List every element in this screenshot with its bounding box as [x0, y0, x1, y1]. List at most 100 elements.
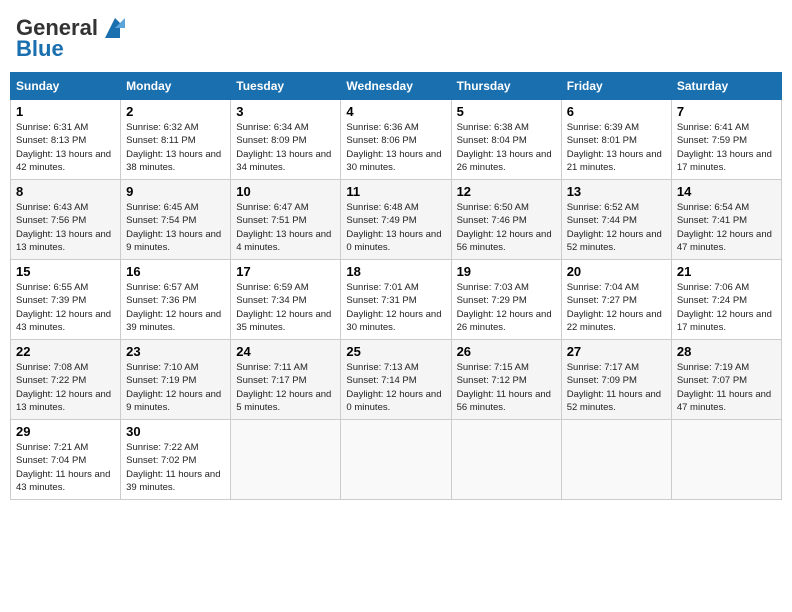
calendar-cell: 27 Sunrise: 7:17 AMSunset: 7:09 PMDaylig… — [561, 340, 671, 420]
calendar-cell: 3 Sunrise: 6:34 AMSunset: 8:09 PMDayligh… — [231, 100, 341, 180]
day-detail: Sunrise: 6:45 AMSunset: 7:54 PMDaylight:… — [126, 201, 225, 254]
calendar-cell: 14 Sunrise: 6:54 AMSunset: 7:41 PMDaylig… — [671, 180, 781, 260]
weekday-header-monday: Monday — [121, 73, 231, 100]
day-number: 12 — [457, 184, 556, 199]
day-number: 22 — [16, 344, 115, 359]
calendar-cell: 26 Sunrise: 7:15 AMSunset: 7:12 PMDaylig… — [451, 340, 561, 420]
calendar-cell: 20 Sunrise: 7:04 AMSunset: 7:27 PMDaylig… — [561, 260, 671, 340]
day-detail: Sunrise: 7:11 AMSunset: 7:17 PMDaylight:… — [236, 361, 335, 414]
day-detail: Sunrise: 6:41 AMSunset: 7:59 PMDaylight:… — [677, 121, 776, 174]
weekday-header-saturday: Saturday — [671, 73, 781, 100]
day-detail: Sunrise: 6:48 AMSunset: 7:49 PMDaylight:… — [346, 201, 445, 254]
day-detail: Sunrise: 6:36 AMSunset: 8:06 PMDaylight:… — [346, 121, 445, 174]
day-detail: Sunrise: 7:06 AMSunset: 7:24 PMDaylight:… — [677, 281, 776, 334]
calendar-cell: 28 Sunrise: 7:19 AMSunset: 7:07 PMDaylig… — [671, 340, 781, 420]
day-number: 20 — [567, 264, 666, 279]
day-number: 10 — [236, 184, 335, 199]
day-number: 4 — [346, 104, 445, 119]
day-number: 6 — [567, 104, 666, 119]
day-number: 17 — [236, 264, 335, 279]
day-number: 7 — [677, 104, 776, 119]
calendar-cell: 16 Sunrise: 6:57 AMSunset: 7:36 PMDaylig… — [121, 260, 231, 340]
day-number: 27 — [567, 344, 666, 359]
calendar-cell: 17 Sunrise: 6:59 AMSunset: 7:34 PMDaylig… — [231, 260, 341, 340]
day-detail: Sunrise: 7:15 AMSunset: 7:12 PMDaylight:… — [457, 361, 556, 414]
calendar-cell: 19 Sunrise: 7:03 AMSunset: 7:29 PMDaylig… — [451, 260, 561, 340]
day-detail: Sunrise: 6:57 AMSunset: 7:36 PMDaylight:… — [126, 281, 225, 334]
calendar-cell: 9 Sunrise: 6:45 AMSunset: 7:54 PMDayligh… — [121, 180, 231, 260]
day-number: 13 — [567, 184, 666, 199]
calendar-cell: 4 Sunrise: 6:36 AMSunset: 8:06 PMDayligh… — [341, 100, 451, 180]
day-number: 8 — [16, 184, 115, 199]
calendar-cell: 21 Sunrise: 7:06 AMSunset: 7:24 PMDaylig… — [671, 260, 781, 340]
day-number: 19 — [457, 264, 556, 279]
day-number: 16 — [126, 264, 225, 279]
calendar-cell — [451, 420, 561, 500]
weekday-header-wednesday: Wednesday — [341, 73, 451, 100]
page-header: General Blue — [10, 10, 782, 64]
day-number: 14 — [677, 184, 776, 199]
calendar-cell — [671, 420, 781, 500]
day-detail: Sunrise: 6:31 AMSunset: 8:13 PMDaylight:… — [16, 121, 115, 174]
day-number: 25 — [346, 344, 445, 359]
day-detail: Sunrise: 7:04 AMSunset: 7:27 PMDaylight:… — [567, 281, 666, 334]
day-detail: Sunrise: 7:13 AMSunset: 7:14 PMDaylight:… — [346, 361, 445, 414]
calendar-cell: 11 Sunrise: 6:48 AMSunset: 7:49 PMDaylig… — [341, 180, 451, 260]
day-number: 3 — [236, 104, 335, 119]
calendar-cell: 2 Sunrise: 6:32 AMSunset: 8:11 PMDayligh… — [121, 100, 231, 180]
day-number: 11 — [346, 184, 445, 199]
day-detail: Sunrise: 6:52 AMSunset: 7:44 PMDaylight:… — [567, 201, 666, 254]
calendar-cell: 6 Sunrise: 6:39 AMSunset: 8:01 PMDayligh… — [561, 100, 671, 180]
day-number: 30 — [126, 424, 225, 439]
day-number: 21 — [677, 264, 776, 279]
calendar-cell: 10 Sunrise: 6:47 AMSunset: 7:51 PMDaylig… — [231, 180, 341, 260]
weekday-header-tuesday: Tuesday — [231, 73, 341, 100]
day-number: 23 — [126, 344, 225, 359]
calendar-cell — [341, 420, 451, 500]
weekday-header-sunday: Sunday — [11, 73, 121, 100]
calendar-cell — [231, 420, 341, 500]
calendar-cell: 5 Sunrise: 6:38 AMSunset: 8:04 PMDayligh… — [451, 100, 561, 180]
day-number: 26 — [457, 344, 556, 359]
day-detail: Sunrise: 7:08 AMSunset: 7:22 PMDaylight:… — [16, 361, 115, 414]
day-number: 2 — [126, 104, 225, 119]
day-detail: Sunrise: 7:21 AMSunset: 7:04 PMDaylight:… — [16, 441, 115, 494]
calendar-cell: 22 Sunrise: 7:08 AMSunset: 7:22 PMDaylig… — [11, 340, 121, 420]
logo: General Blue — [16, 14, 130, 60]
day-number: 29 — [16, 424, 115, 439]
calendar-cell: 13 Sunrise: 6:52 AMSunset: 7:44 PMDaylig… — [561, 180, 671, 260]
day-detail: Sunrise: 7:17 AMSunset: 7:09 PMDaylight:… — [567, 361, 666, 414]
day-number: 5 — [457, 104, 556, 119]
day-detail: Sunrise: 7:22 AMSunset: 7:02 PMDaylight:… — [126, 441, 225, 494]
calendar-cell: 8 Sunrise: 6:43 AMSunset: 7:56 PMDayligh… — [11, 180, 121, 260]
day-number: 15 — [16, 264, 115, 279]
day-detail: Sunrise: 6:39 AMSunset: 8:01 PMDaylight:… — [567, 121, 666, 174]
calendar-cell: 12 Sunrise: 6:50 AMSunset: 7:46 PMDaylig… — [451, 180, 561, 260]
day-detail: Sunrise: 6:54 AMSunset: 7:41 PMDaylight:… — [677, 201, 776, 254]
day-detail: Sunrise: 6:59 AMSunset: 7:34 PMDaylight:… — [236, 281, 335, 334]
calendar-cell: 18 Sunrise: 7:01 AMSunset: 7:31 PMDaylig… — [341, 260, 451, 340]
logo-blue-text: Blue — [16, 38, 64, 60]
calendar-cell: 25 Sunrise: 7:13 AMSunset: 7:14 PMDaylig… — [341, 340, 451, 420]
day-number: 1 — [16, 104, 115, 119]
day-detail: Sunrise: 7:19 AMSunset: 7:07 PMDaylight:… — [677, 361, 776, 414]
calendar-cell: 23 Sunrise: 7:10 AMSunset: 7:19 PMDaylig… — [121, 340, 231, 420]
weekday-header-friday: Friday — [561, 73, 671, 100]
calendar-cell: 24 Sunrise: 7:11 AMSunset: 7:17 PMDaylig… — [231, 340, 341, 420]
day-detail: Sunrise: 7:01 AMSunset: 7:31 PMDaylight:… — [346, 281, 445, 334]
day-number: 28 — [677, 344, 776, 359]
calendar-cell: 15 Sunrise: 6:55 AMSunset: 7:39 PMDaylig… — [11, 260, 121, 340]
calendar-cell: 7 Sunrise: 6:41 AMSunset: 7:59 PMDayligh… — [671, 100, 781, 180]
day-number: 18 — [346, 264, 445, 279]
calendar-cell: 1 Sunrise: 6:31 AMSunset: 8:13 PMDayligh… — [11, 100, 121, 180]
calendar-cell: 30 Sunrise: 7:22 AMSunset: 7:02 PMDaylig… — [121, 420, 231, 500]
day-detail: Sunrise: 6:47 AMSunset: 7:51 PMDaylight:… — [236, 201, 335, 254]
day-detail: Sunrise: 6:43 AMSunset: 7:56 PMDaylight:… — [16, 201, 115, 254]
day-detail: Sunrise: 6:32 AMSunset: 8:11 PMDaylight:… — [126, 121, 225, 174]
day-number: 24 — [236, 344, 335, 359]
day-number: 9 — [126, 184, 225, 199]
day-detail: Sunrise: 6:38 AMSunset: 8:04 PMDaylight:… — [457, 121, 556, 174]
day-detail: Sunrise: 6:55 AMSunset: 7:39 PMDaylight:… — [16, 281, 115, 334]
calendar-cell — [561, 420, 671, 500]
calendar-cell: 29 Sunrise: 7:21 AMSunset: 7:04 PMDaylig… — [11, 420, 121, 500]
